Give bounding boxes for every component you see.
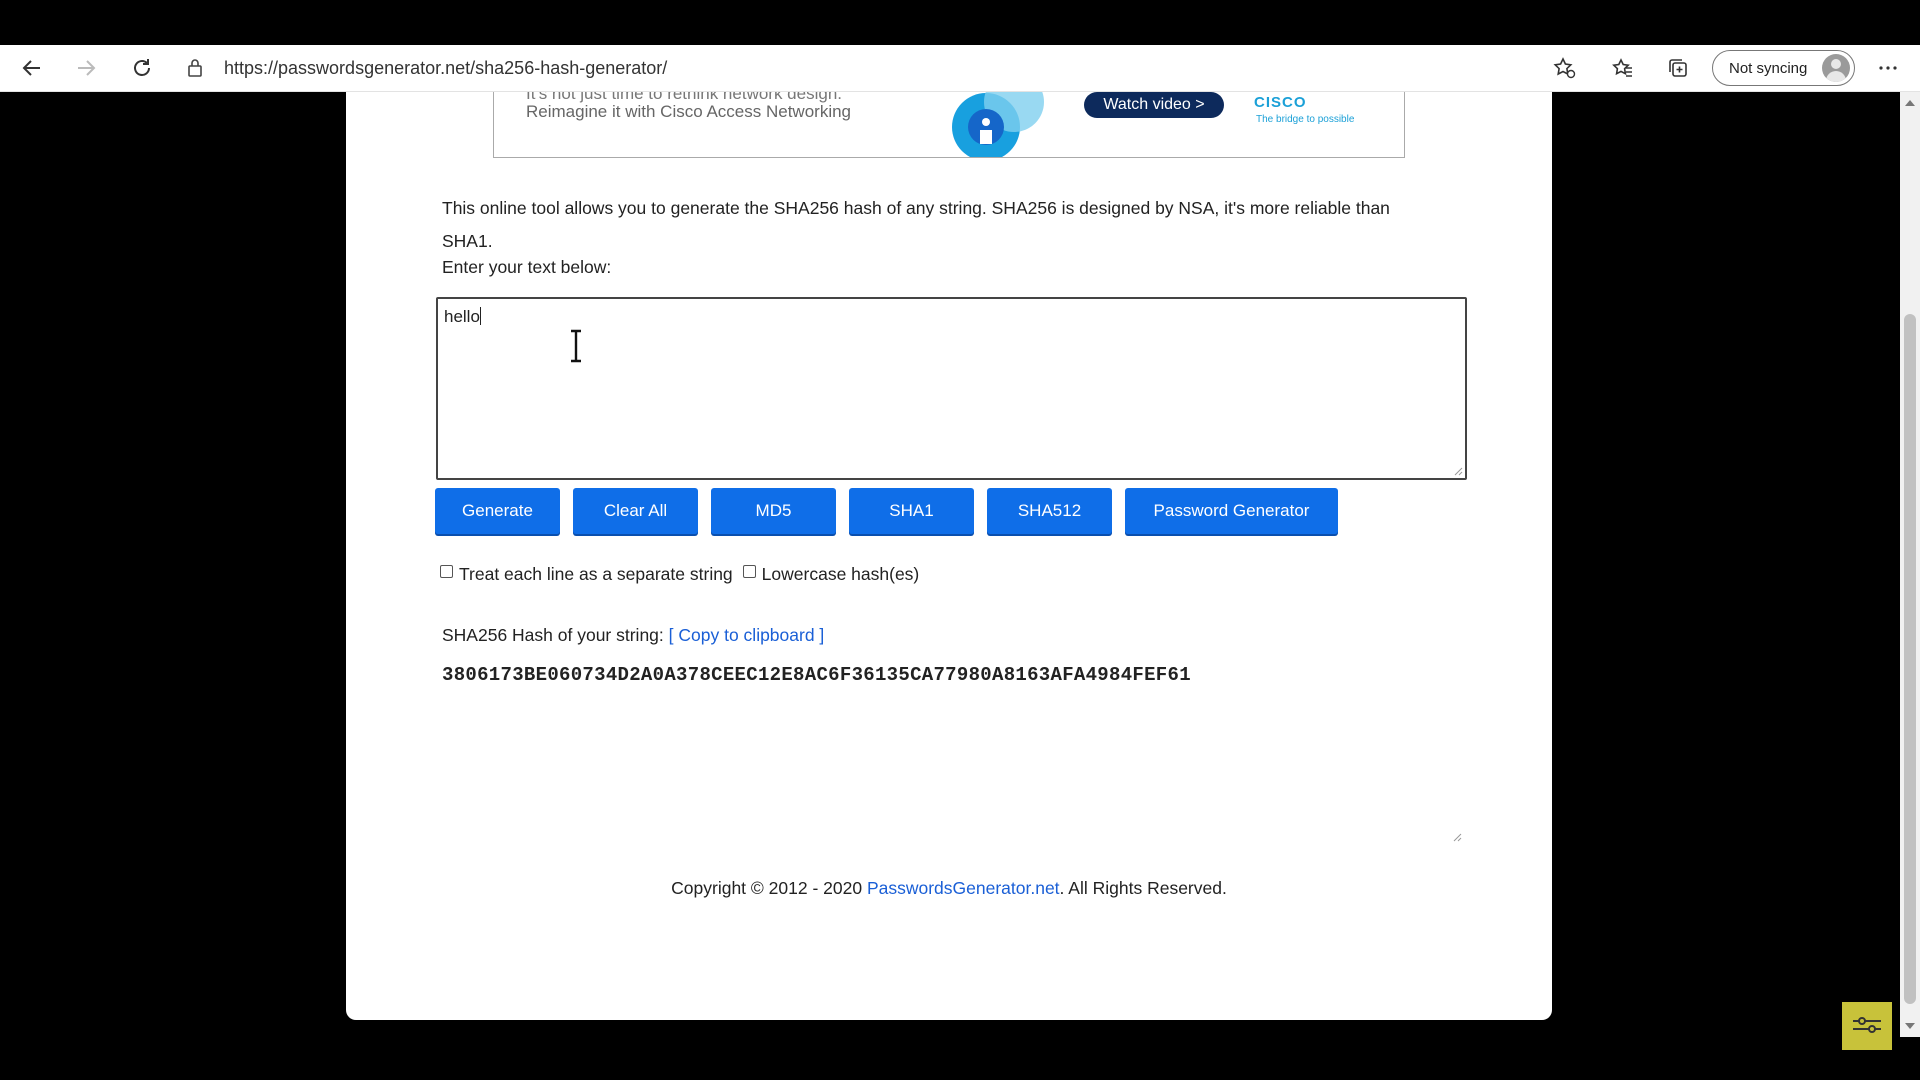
text-caret [479, 307, 481, 325]
collections-icon [1669, 59, 1687, 77]
sync-status-label: Not syncing [1729, 59, 1808, 77]
result-label: SHA256 Hash of your string: [442, 625, 664, 645]
password-generator-button[interactable]: Password Generator [1125, 488, 1338, 534]
footer: Copyright © 2012 - 2020 PasswordsGenerat… [346, 878, 1552, 899]
back-arrow-icon [22, 60, 40, 76]
more-dots-icon [1879, 66, 1897, 70]
favorites-icon [1612, 58, 1632, 77]
url-text[interactable]: https://passwordsgenerator.net/sha256-ha… [224, 58, 667, 79]
refresh-button[interactable] [122, 45, 162, 91]
clear-all-button[interactable]: Clear All [573, 488, 698, 534]
ad-tagline: The bridge to possible [1256, 114, 1355, 125]
ad-graphic-icon [952, 92, 1044, 157]
star-add-icon [1553, 57, 1576, 79]
profile-sync-button[interactable]: Not syncing [1712, 50, 1855, 86]
watch-video-button[interactable]: Watch video > [1084, 92, 1224, 118]
text-input-area[interactable]: hello [436, 297, 1467, 480]
text-cursor-icon [571, 329, 581, 363]
sha1-button[interactable]: SHA1 [849, 488, 974, 534]
cisco-logo: CISCO [1254, 94, 1307, 111]
hash-output: 3806173BE060734D2A0A378CEEC12E8AC6F36135… [442, 664, 1191, 686]
page-viewport: It's not just time to rethink network de… [0, 92, 1900, 1037]
vertical-scrollbar[interactable] [1900, 92, 1920, 1037]
back-button[interactable] [12, 45, 52, 91]
generate-button[interactable]: Generate [435, 488, 560, 534]
sliders-icon [1853, 1017, 1881, 1033]
refresh-icon [134, 59, 150, 76]
input-text: hello [444, 307, 480, 326]
copy-to-clipboard-link[interactable]: [ Copy to clipboard ] [669, 625, 825, 645]
separate-lines-label[interactable]: Treat each line as a separate string [459, 564, 733, 585]
site-link[interactable]: PasswordsGenerator.net [867, 878, 1060, 898]
address-bar[interactable]: https://passwordsgenerator.net/sha256-ha… [186, 45, 667, 91]
footer-prefix: Copyright © 2012 - 2020 [671, 878, 867, 898]
ad-banner[interactable]: It's not just time to rethink network de… [493, 92, 1405, 158]
input-prompt: Enter your text below: [442, 257, 612, 277]
resize-grip-icon[interactable] [1453, 466, 1463, 476]
hash-options: Treat each line as a separate string Low… [440, 564, 919, 585]
scroll-up-arrow-icon[interactable] [1905, 100, 1915, 106]
scroll-down-arrow-icon[interactable] [1905, 1023, 1915, 1029]
content-card: It's not just time to rethink network de… [346, 92, 1552, 1020]
result-heading: SHA256 Hash of your string: [ Copy to cl… [442, 625, 824, 646]
lowercase-label[interactable]: Lowercase hash(es) [762, 564, 920, 585]
collections-button[interactable] [1660, 45, 1696, 91]
avatar-icon [1822, 54, 1850, 82]
lowercase-checkbox[interactable] [742, 565, 756, 578]
more-menu-button[interactable] [1870, 45, 1906, 91]
add-favorite-button[interactable] [1546, 45, 1582, 91]
tool-description: This online tool allows you to generate … [442, 198, 1390, 251]
lock-icon [188, 59, 202, 77]
separate-lines-checkbox[interactable] [440, 565, 453, 578]
sha512-button[interactable]: SHA512 [987, 488, 1112, 534]
favorites-button[interactable] [1605, 45, 1641, 91]
forward-button[interactable] [66, 45, 106, 91]
footer-suffix: . All Rights Reserved. [1059, 878, 1227, 898]
output-resize-grip-icon [1453, 833, 1462, 842]
floating-tool-widget[interactable] [1842, 1002, 1892, 1050]
ad-subline: Reimagine it with Cisco Access Networkin… [526, 102, 852, 121]
browser-toolbar: https://passwordsgenerator.net/sha256-ha… [0, 45, 1920, 92]
scroll-thumb[interactable] [1904, 314, 1916, 1004]
md5-button[interactable]: MD5 [711, 488, 836, 534]
forward-arrow-icon [78, 60, 96, 76]
